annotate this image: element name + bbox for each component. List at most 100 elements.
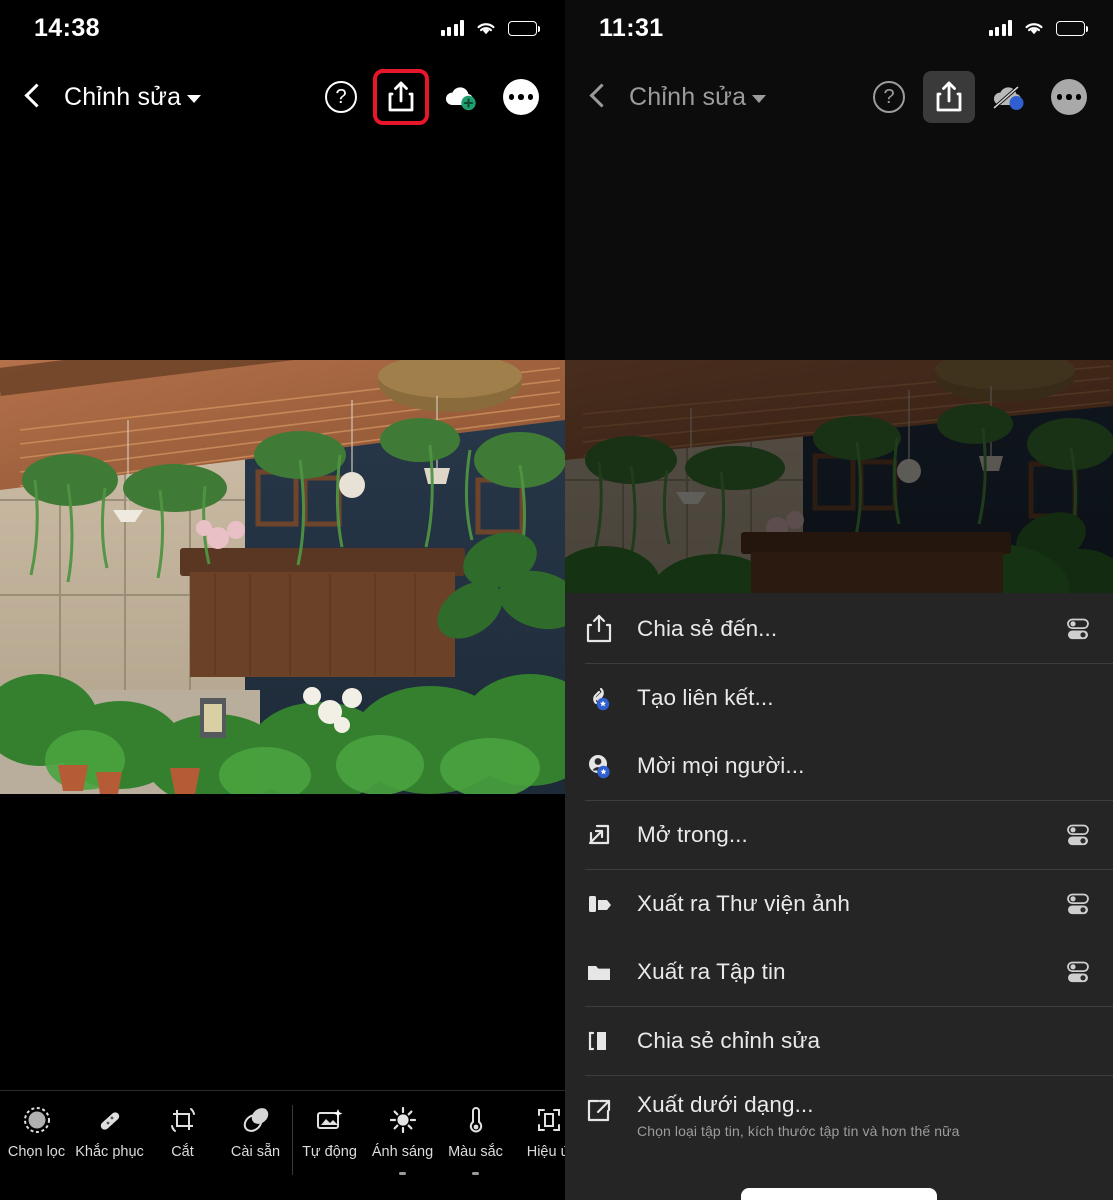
more-dots-icon (503, 79, 539, 115)
status-clock: 14:38 (34, 14, 100, 43)
help-button[interactable]: ? (863, 71, 915, 123)
edit-tool-healing[interactable]: Khắc phục (73, 1105, 146, 1160)
edit-tool-label: Cài sẵn (231, 1144, 280, 1160)
page-title[interactable]: Chỉnh sửa (629, 83, 766, 112)
app-top-bar: Chỉnh sửa ? (0, 56, 565, 138)
person-add-icon (585, 751, 619, 781)
cloud-sync-icon (441, 82, 481, 112)
link-badge-icon (585, 683, 619, 713)
menu-item-invite-people[interactable]: Mời mọi người... (565, 732, 1113, 800)
auto-enhance-icon (315, 1105, 345, 1135)
edit-toolbar: Chọn lọc Khắc phục (0, 1090, 565, 1200)
export-photos-icon (585, 889, 619, 919)
caret-down-icon[interactable] (187, 95, 201, 103)
dual-screenshot-comparison: 14:38 Chỉnh sửa ? (0, 0, 1113, 1200)
share-upload-icon (933, 80, 965, 114)
more-options-button[interactable] (1043, 71, 1095, 123)
edit-tools-group-adjust: Tự động Ánh (292, 1105, 565, 1175)
edit-tool-selective[interactable]: Chọn lọc (0, 1105, 73, 1160)
battery-icon (508, 21, 537, 36)
edit-tool-effects[interactable]: Hiệu ứ (512, 1105, 565, 1175)
edited-photo-garden-cafe (0, 360, 565, 794)
edited-photo-garden-cafe-dimmed (565, 360, 1113, 600)
cloud-offline-button[interactable] (983, 71, 1035, 123)
export-as-icon (585, 1096, 619, 1126)
edit-tool-label: Hiệu ứ (527, 1144, 565, 1160)
top-actions: ? (315, 71, 547, 123)
light-sun-icon (388, 1105, 418, 1135)
back-button[interactable] (16, 80, 50, 114)
sliders-toggle-icon[interactable] (1061, 822, 1091, 848)
edit-tool-label: Tự động (302, 1144, 357, 1160)
left-screen: 14:38 Chỉnh sửa ? (0, 0, 565, 1200)
edit-tool-color[interactable]: Màu sắc (439, 1105, 512, 1175)
active-indicator-dot (399, 1172, 406, 1175)
healing-brush-icon (95, 1105, 125, 1135)
presets-icon (241, 1105, 271, 1135)
edit-tool-label: Màu sắc (448, 1144, 503, 1160)
share-button[interactable] (375, 71, 427, 123)
open-in-icon (585, 820, 619, 850)
selective-mask-icon (22, 1105, 52, 1135)
home-indicator[interactable] (741, 1188, 937, 1200)
menu-item-label: Mời mọi người... (637, 753, 1043, 779)
edit-tool-crop[interactable]: Cắt (146, 1105, 219, 1160)
share-upload-icon (585, 614, 619, 644)
page-title[interactable]: Chỉnh sửa (64, 83, 201, 112)
menu-item-create-link[interactable]: Tạo liên kết... (565, 664, 1113, 732)
cloud-sync-button[interactable] (435, 71, 487, 123)
menu-item-label: Xuất ra Tập tin (637, 959, 1043, 985)
share-menu: Chia sẻ đến... (565, 593, 1113, 1200)
status-bar: 14:38 (0, 0, 565, 56)
help-button[interactable]: ? (315, 71, 367, 123)
battery-icon (1056, 21, 1085, 36)
edit-tool-label: Chọn lọc (8, 1144, 65, 1160)
sliders-toggle-icon[interactable] (1061, 616, 1091, 642)
edit-tool-label: Khắc phục (75, 1144, 144, 1160)
edit-tool-auto[interactable]: Tự động (293, 1105, 366, 1175)
crop-rotate-icon (168, 1105, 198, 1135)
status-bar: 11:31 (565, 0, 1113, 56)
caret-down-icon[interactable] (752, 95, 766, 103)
menu-item-share-to[interactable]: Chia sẻ đến... (565, 595, 1113, 663)
menu-item-export-as[interactable]: Xuất dưới dạng... Chọn loại tập tin, kíc… (565, 1076, 1113, 1162)
cellular-signal-icon (989, 20, 1013, 36)
active-indicator-dot (472, 1172, 479, 1175)
menu-item-label: Tạo liên kết... (637, 685, 1043, 711)
menu-item-label: Mở trong... (637, 822, 1043, 848)
help-circle-icon: ? (873, 81, 905, 113)
color-thermometer-icon (461, 1105, 491, 1135)
edit-tools-group-primary: Chọn lọc Khắc phục (0, 1105, 292, 1160)
sliders-toggle-icon[interactable] (1061, 959, 1091, 985)
menu-item-label: Xuất ra Thư viện ảnh (637, 891, 1043, 917)
back-button[interactable] (581, 80, 615, 114)
menu-item-share-edits[interactable]: Chia sẻ chỉnh sửa (565, 1007, 1113, 1075)
more-options-button[interactable] (495, 71, 547, 123)
status-clock: 11:31 (599, 14, 664, 43)
edit-tool-light[interactable]: Ánh sáng (366, 1105, 439, 1175)
photo-preview[interactable] (565, 360, 1113, 600)
app-top-bar: Chỉnh sửa ? (565, 56, 1113, 138)
share-button[interactable] (923, 71, 975, 123)
menu-item-text-block: Xuất dưới dạng... Chọn loại tập tin, kíc… (637, 1092, 1043, 1139)
wifi-icon (475, 20, 497, 36)
share-edit-icon (585, 1026, 619, 1056)
menu-item-open-in[interactable]: Mở trong... (565, 801, 1113, 869)
menu-item-export-to-photos[interactable]: Xuất ra Thư viện ảnh (565, 870, 1113, 938)
share-upload-icon (385, 80, 417, 114)
effects-icon (534, 1105, 564, 1135)
photo-preview[interactable] (0, 360, 565, 794)
help-circle-icon: ? (325, 81, 357, 113)
sliders-toggle-icon[interactable] (1061, 891, 1091, 917)
menu-item-export-to-files[interactable]: Xuất ra Tập tin (565, 938, 1113, 1006)
more-dots-icon (1051, 79, 1087, 115)
cellular-signal-icon (441, 20, 465, 36)
edit-tool-presets[interactable]: Cài sẵn (219, 1105, 292, 1160)
cloud-offline-icon (989, 82, 1029, 112)
edit-tool-label: Ánh sáng (372, 1144, 433, 1160)
menu-item-label: Chia sẻ chỉnh sửa (637, 1028, 1043, 1054)
top-actions: ? (863, 71, 1095, 123)
menu-item-subtitle: Chọn loại tập tin, kích thước tập tin và… (637, 1123, 1043, 1139)
edit-tool-label: Cắt (171, 1144, 194, 1160)
status-indicators (989, 20, 1086, 36)
